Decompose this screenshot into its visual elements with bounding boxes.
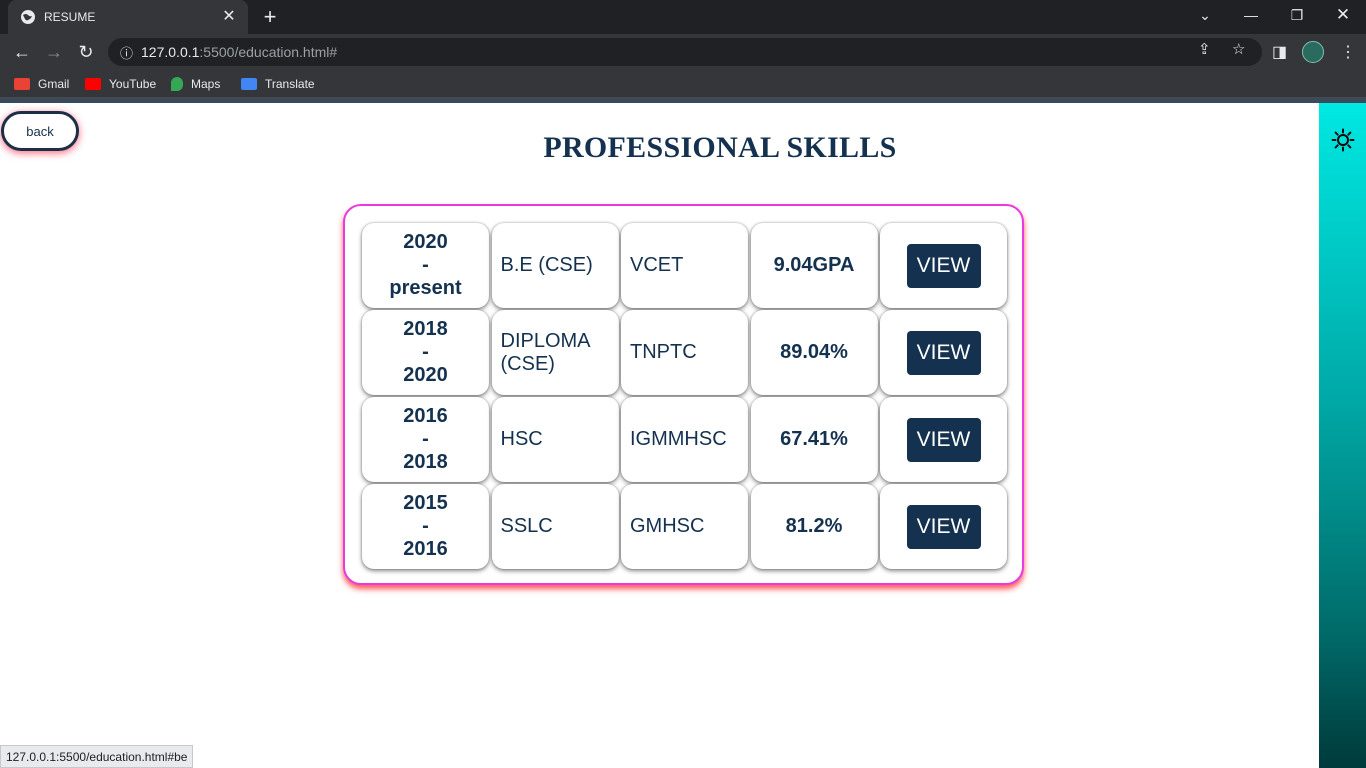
year-separator: - (422, 254, 429, 276)
bookmark-gmail[interactable]: Gmail (14, 76, 69, 92)
year-from: 2018 (403, 318, 448, 340)
browser-toolbar: ← → ↻ ⓘ 127.0.0.1:5500/education.html# ⇪… (0, 34, 1366, 70)
close-window-button[interactable]: ✕ (1320, 0, 1366, 30)
year-range-cell: 2016-2018 (362, 397, 489, 482)
action-cell: VIEW (880, 223, 1007, 308)
action-cell: VIEW (880, 310, 1007, 395)
year-range: 2018-2020 (403, 318, 448, 387)
institution-cell: TNPTC (621, 310, 748, 395)
menu-icon[interactable]: ⋮ (1340, 42, 1356, 62)
degree-name: SSLC (500, 515, 553, 537)
back-arrow-icon[interactable]: ← (8, 38, 36, 66)
institution-name: TNPTC (630, 341, 697, 363)
degree-cell: DIPLOMA (CSE) (491, 310, 619, 395)
degree-cell: HSC (491, 397, 619, 482)
page-content: back PROFESSIONAL SKILLS 2020- present B.E… (0, 103, 1366, 768)
score-value: 81.2% (785, 515, 843, 537)
close-tab-icon[interactable]: ✕ (220, 8, 238, 26)
bookmark-maps[interactable]: Maps (171, 76, 220, 92)
action-cell: VIEW (880, 397, 1007, 482)
theme-sidebar (1319, 103, 1366, 768)
bookmark-label: YouTube (109, 77, 157, 91)
score-value: 9.04GPA (773, 254, 855, 276)
view-button[interactable]: VIEW (906, 417, 981, 462)
degree-name: DIPLOMA (CSE) (500, 329, 590, 375)
degree-cell: SSLC (491, 484, 619, 569)
globe-icon (20, 9, 36, 25)
maps-icon (171, 77, 183, 91)
year-separator: - (422, 341, 429, 363)
education-table: 2020- present B.E (CSE) VCET 9.04GPA VIEW 2018… (362, 223, 1007, 569)
year-to: 2020 (403, 364, 448, 386)
translate-icon (241, 78, 257, 90)
profile-avatar[interactable] (1302, 41, 1324, 63)
institution-cell: GMHSC (621, 484, 748, 569)
url-host: 127.0.0.1 (141, 44, 200, 60)
year-range-cell: 2020- present (362, 223, 489, 308)
youtube-icon (85, 78, 101, 90)
institution-name: VCET (630, 254, 684, 276)
score-value: 89.04% (780, 341, 848, 363)
score-cell: 81.2% (750, 484, 878, 569)
year-from: 2020 (403, 231, 448, 253)
restore-button[interactable]: ❐ (1274, 0, 1320, 30)
year-to: 2018 (403, 451, 448, 473)
score-cell: 67.41% (750, 397, 878, 482)
view-button[interactable]: VIEW (906, 504, 981, 549)
view-button[interactable]: VIEW (906, 330, 981, 375)
sun-icon[interactable] (1331, 128, 1355, 152)
degree-name: HSC (500, 428, 543, 450)
score-value: 67.41% (780, 428, 848, 450)
year-range: 2016-2018 (403, 405, 448, 474)
reload-icon[interactable]: ↻ (72, 38, 100, 66)
bookmark-label: Maps (191, 77, 221, 91)
page-title: PROFESSIONAL SKILLS (543, 131, 897, 164)
url-path: :5500/education.html# (199, 44, 338, 60)
new-tab-button[interactable]: + (258, 5, 282, 29)
share-icon[interactable]: ⇪ (1198, 40, 1211, 58)
year-to: 2016 (403, 538, 448, 560)
institution-name: IGMMHSC (630, 428, 727, 450)
bookmark-youtube[interactable]: YouTube (85, 76, 156, 92)
score-cell: 9.04GPA (750, 223, 878, 308)
bookmark-translate[interactable]: Translate (241, 76, 315, 92)
year-from: 2015 (403, 492, 448, 514)
year-to: present (389, 277, 462, 299)
tab-title: RESUME (44, 10, 96, 24)
bookmark-label: Gmail (38, 77, 70, 91)
forward-arrow-icon[interactable]: → (40, 38, 68, 66)
year-range-cell: 2015-2016 (362, 484, 489, 569)
year-range-cell: 2018-2020 (362, 310, 489, 395)
bookmark-star-icon[interactable]: ☆ (1232, 40, 1245, 58)
info-icon[interactable]: ⓘ (120, 43, 133, 62)
year-separator: - (422, 515, 429, 537)
gmail-icon (14, 78, 30, 90)
browser-tab[interactable]: RESUME ✕ (8, 0, 248, 34)
side-panel-icon[interactable]: ◨ (1272, 42, 1287, 62)
browser-titlebar: RESUME ✕ + ⌄ — ❐ ✕ (0, 0, 1366, 34)
degree-name: B.E (CSE) (500, 254, 593, 276)
action-cell: VIEW (880, 484, 1007, 569)
institution-name: GMHSC (630, 515, 705, 537)
back-button[interactable]: back (1, 111, 79, 151)
status-bar-url: 127.0.0.1:5500/education.html#be (0, 745, 194, 768)
year-range: 2015-2016 (403, 492, 448, 561)
year-range: 2020- present (389, 231, 461, 300)
education-card: 2020- present B.E (CSE) VCET 9.04GPA VIEW 2018… (343, 204, 1024, 585)
url-text: 127.0.0.1:5500/education.html# (141, 44, 337, 60)
bookmarks-bar: Gmail YouTube Maps Translate (0, 70, 1366, 98)
year-separator: - (422, 428, 429, 450)
address-bar[interactable]: ⓘ 127.0.0.1:5500/education.html# (108, 38, 1262, 66)
institution-cell: IGMMHSC (621, 397, 748, 482)
year-from: 2016 (403, 405, 448, 427)
degree-cell: B.E (CSE) (491, 223, 619, 308)
minimize-button[interactable]: — (1228, 0, 1274, 30)
bookmark-label: Translate (265, 77, 315, 91)
institution-cell: VCET (621, 223, 748, 308)
view-button[interactable]: VIEW (906, 243, 981, 288)
tab-search-icon[interactable]: ⌄ (1182, 0, 1228, 30)
score-cell: 89.04% (750, 310, 878, 395)
